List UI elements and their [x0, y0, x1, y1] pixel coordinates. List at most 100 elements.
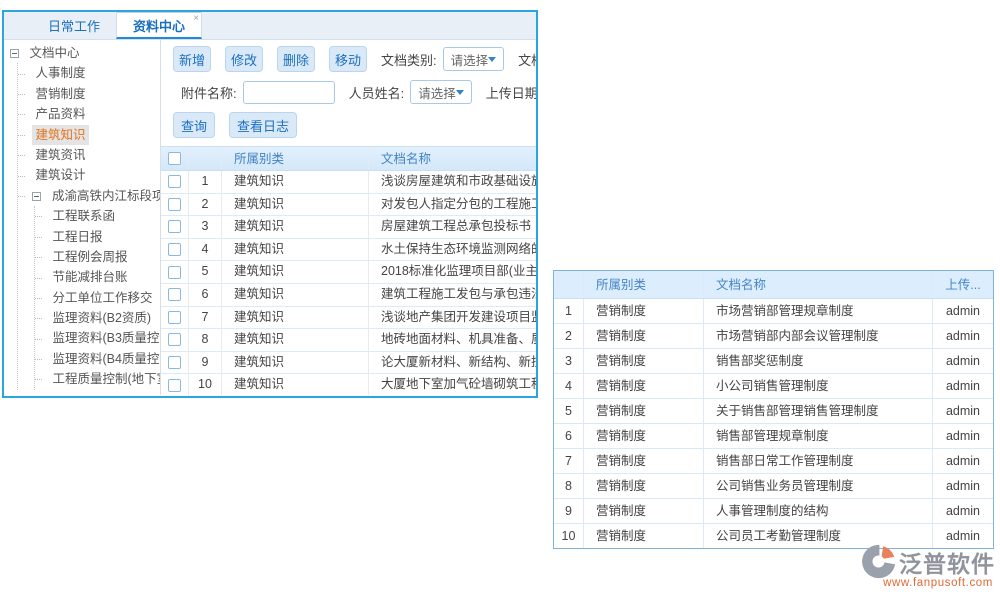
select-all-checkbox[interactable]	[168, 152, 181, 165]
table-row[interactable]: 4 建筑知识 水土保持生态环境监测网络的建设与资...	[161, 239, 536, 262]
modify-button[interactable]: 修改	[225, 46, 263, 72]
person-name-select[interactable]: 请选择	[410, 80, 472, 104]
table-row[interactable]: 5 营销制度 关于销售部管理销售管理制度 admin	[554, 399, 993, 424]
table-row[interactable]: 7 建筑知识 浅谈地产集团开发建设项目监理规划编...	[161, 307, 536, 330]
row-checkbox[interactable]	[168, 175, 181, 188]
tree-item[interactable]: 分工单位工作移交	[35, 288, 160, 308]
tree-item[interactable]: 监理资料(B2资质)	[35, 308, 160, 328]
tree-item-project[interactable]: 成渝高铁内江标段项目	[18, 186, 160, 206]
tab-close-icon[interactable]: ×	[193, 14, 199, 24]
table-row[interactable]: 9 营销制度 人事管理制度的结构 admin	[554, 499, 993, 524]
row-checkbox[interactable]	[168, 198, 181, 211]
row-checkbox[interactable]	[168, 333, 181, 346]
tab-data-center[interactable]: 资料中心 ×	[116, 12, 202, 39]
tree-item[interactable]: 产品资料	[18, 104, 160, 124]
row-checkbox[interactable]	[168, 288, 181, 301]
tree-item[interactable]: 工程质量控制(地下室)	[35, 369, 160, 389]
tree-item[interactable]: 工程日报	[35, 227, 160, 247]
table-row[interactable]: 6 建筑知识 建筑工程施工发包与承包违法行为认定...	[161, 284, 536, 307]
row-category: 建筑知识	[222, 374, 369, 395]
row-doc-name: 大厦地下室加气砼墙砌筑工程的施工方...	[369, 374, 536, 395]
collapse-icon[interactable]	[10, 49, 19, 58]
person-name-value: 请选择	[418, 83, 456, 102]
table-row[interactable]: 9 建筑知识 论大厦新材料、新结构、新技术，新工...	[161, 352, 536, 375]
doc-name-header: 文档名称	[369, 147, 536, 170]
tree-item-label: 建筑知识	[32, 125, 88, 145]
tree-item-label: 建筑设计	[32, 165, 88, 185]
chevron-down-icon	[488, 57, 496, 62]
tree-item-label: 工程日报	[49, 227, 105, 247]
doc-category-select[interactable]: 请选择	[443, 47, 505, 71]
table-row[interactable]: 3 建筑知识 房屋建筑工程总承包投标书（技术标）...	[161, 216, 536, 239]
row-doc-name: 市场营销部内部会议管理制度	[704, 324, 933, 348]
row-checkbox[interactable]	[168, 379, 181, 392]
row-category: 建筑知识	[222, 329, 369, 351]
add-button[interactable]: 新增	[173, 46, 211, 72]
row-index: 7	[189, 307, 222, 329]
table-row[interactable]: 4 营销制度 小公司销售管理制度 admin	[554, 374, 993, 399]
table-row[interactable]: 8 建筑知识 地砖地面材料、机具准备、质量要求及...	[161, 329, 536, 352]
row-doc-name: 浅谈房屋建筑和市政基础设施工程施工...	[369, 171, 536, 193]
table-row[interactable]: 10 建筑知识 大厦地下室加气砼墙砌筑工程的施工方...	[161, 374, 536, 395]
table-header-row: 所属别类 文档名称 上传...	[554, 271, 993, 299]
row-checkbox[interactable]	[168, 311, 181, 324]
tree-item[interactable]: 建筑设计	[18, 165, 160, 185]
tree-item[interactable]: 节能减排台账	[35, 267, 160, 287]
row-category: 建筑知识	[222, 216, 369, 238]
table-row[interactable]: 8 营销制度 公司销售业务员管理制度 admin	[554, 474, 993, 499]
row-doc-name: 对发包人指定分包的工程施工进度安排...	[369, 194, 536, 216]
tree-item[interactable]: 监理资料(B4质量控制)	[35, 349, 160, 369]
row-checkbox[interactable]	[168, 356, 181, 369]
tree-item[interactable]: 人事制度	[18, 63, 160, 83]
tree-item-label: 工程例会周报	[49, 247, 130, 267]
row-uploader: admin	[933, 474, 993, 498]
row-category: 建筑知识	[222, 261, 369, 283]
row-doc-name: 地砖地面材料、机具准备、质量要求及...	[369, 329, 536, 351]
tree-item[interactable]: 建筑资讯	[18, 145, 160, 165]
query-button[interactable]: 查询	[173, 112, 215, 138]
tab-daily-work[interactable]: 日常工作	[32, 12, 116, 39]
doc-category-value: 请选择	[451, 50, 489, 69]
table-row[interactable]: 2 营销制度 市场营销部内部会议管理制度 admin	[554, 324, 993, 349]
row-category: 营销制度	[584, 524, 704, 548]
row-category: 营销制度	[584, 424, 704, 448]
row-doc-name: 论大厦新材料、新结构、新技术，新工...	[369, 352, 536, 374]
tree-level1: 人事制度 营销制度 产品资料 建筑知识 建筑资讯 建筑设计 成渝高铁内江标段项目	[17, 63, 160, 389]
row-checkbox[interactable]	[168, 220, 181, 233]
tree-item-label: 工程质量控制(地下室)	[49, 369, 161, 389]
fanpu-logo: 泛普软件 www.fanpusoft.com	[860, 543, 995, 589]
row-uploader: admin	[933, 299, 993, 323]
tree-item[interactable]: 监理资料(B3质量控制)	[35, 328, 160, 348]
tree-item[interactable]: 工程例会周报	[35, 247, 160, 267]
tree-item-selected[interactable]: 建筑知识	[18, 125, 160, 145]
category-header: 所属别类	[584, 271, 704, 298]
table-row[interactable]: 7 营销制度 销售部日常工作管理制度 admin	[554, 449, 993, 474]
table-row[interactable]: 2 建筑知识 对发包人指定分包的工程施工进度安排...	[161, 194, 536, 217]
table-row[interactable]: 1 建筑知识 浅谈房屋建筑和市政基础设施工程施工...	[161, 171, 536, 194]
move-button[interactable]: 移动	[329, 46, 367, 72]
row-uploader: admin	[933, 349, 993, 373]
tree-item-label: 监理资料(B4质量控制)	[49, 349, 161, 369]
tree-item[interactable]: 营销制度	[18, 84, 160, 104]
row-doc-name: 水土保持生态环境监测网络的建设与资...	[369, 239, 536, 261]
table-row[interactable]: 1 营销制度 市场营销部管理规章制度 admin	[554, 299, 993, 324]
collapse-icon[interactable]	[32, 192, 41, 201]
row-index: 8	[189, 329, 222, 351]
attachment-name-input[interactable]	[243, 81, 335, 104]
row-uploader: admin	[933, 424, 993, 448]
row-category: 建筑知识	[222, 239, 369, 261]
row-index: 7	[554, 449, 584, 473]
tree-item[interactable]: 工程联系函	[35, 206, 160, 226]
delete-button[interactable]: 删除	[277, 46, 315, 72]
row-category: 建筑知识	[222, 171, 369, 193]
table-row[interactable]: 6 营销制度 销售部管理规章制度 admin	[554, 424, 993, 449]
table-row[interactable]: 5 建筑知识 2018标准化监理项目部(业主项目部)人员...	[161, 261, 536, 284]
row-checkbox[interactable]	[168, 243, 181, 256]
row-index: 6	[189, 284, 222, 306]
view-log-button[interactable]: 查看日志	[229, 112, 297, 138]
row-category: 营销制度	[584, 499, 704, 523]
table-row[interactable]: 3 营销制度 销售部奖惩制度 admin	[554, 349, 993, 374]
row-checkbox[interactable]	[168, 266, 181, 279]
tree-root-document-center[interactable]: 文档中心	[4, 43, 160, 63]
document-list-pane: 新增 修改 删除 移动 文档类别: 请选择 文档名称: 附件名称: 人员姓名: …	[161, 40, 536, 395]
